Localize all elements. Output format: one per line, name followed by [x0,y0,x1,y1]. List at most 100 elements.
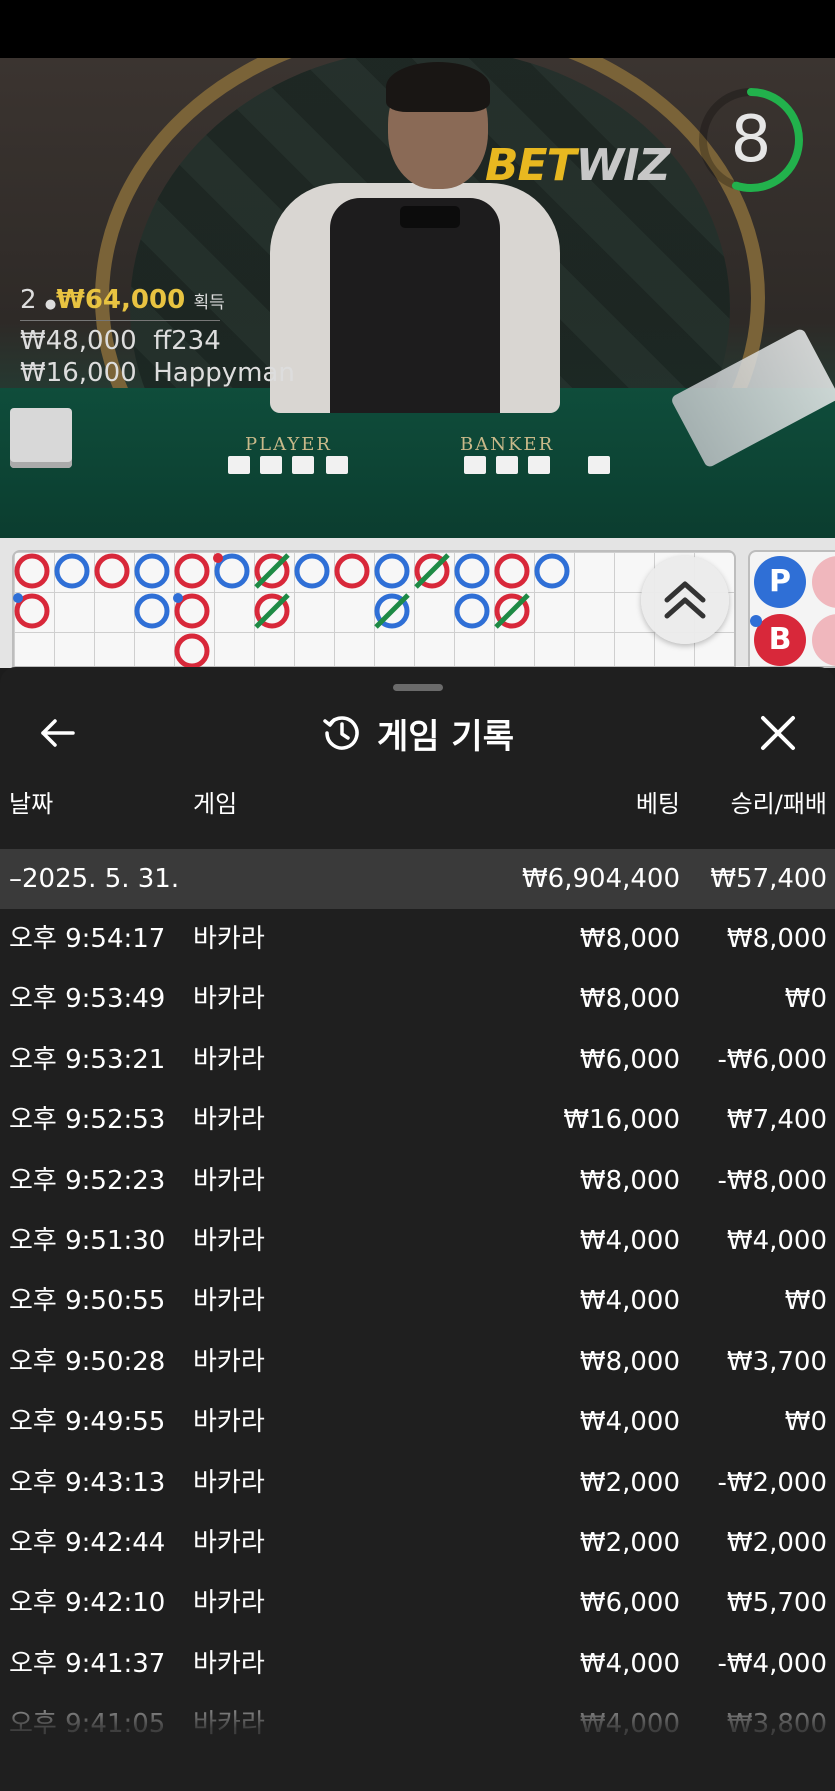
playing-card [528,456,550,474]
player-prediction-partial[interactable] [812,614,835,666]
history-row[interactable]: 오후 9:51:30 바카라 ₩4,000 ₩4,000 [0,1211,835,1271]
history-row[interactable]: 오후 9:50:55 바카라 ₩4,000 ₩0 [0,1271,835,1331]
prediction-panel: P B [748,550,835,668]
brand-logo-part2: WIZ [575,140,671,191]
row-result: -₩8,000 [717,1165,827,1196]
brand-logo: BETWIZ [485,140,671,191]
row-result: -₩6,000 [717,1044,827,1075]
column-header-game: 게임 [193,790,238,818]
row-time: 오후 9:49:55 [9,1407,166,1438]
row-result: -₩2,000 [717,1467,827,1498]
row-result: ₩5,700 [726,1588,827,1619]
player-win-mark [54,553,90,589]
list-fade-overlay [0,1677,835,1791]
player-win-mark [534,553,570,589]
row-time: 오후 9:43:13 [9,1467,166,1498]
history-row[interactable]: 오후 9:53:49 바카라 ₩8,000 ₩0 [0,969,835,1029]
row-time: 오후 9:53:21 [9,1044,166,1075]
row-time: 오후 9:51:30 [9,1225,166,1256]
date-group-row[interactable]: –2025. 5. 31. ₩6,904,400 ₩57,400 [0,849,835,909]
row-game: 바카라 [193,1105,265,1136]
row-game: 바카라 [193,1225,265,1256]
history-row[interactable]: 오후 9:54:17 바카라 ₩8,000 ₩8,000 [0,909,835,969]
expand-scoreboard-button[interactable] [641,556,729,644]
close-icon[interactable] [757,712,799,754]
row-time: 오후 9:54:17 [9,924,166,954]
history-row[interactable]: 오후 9:42:44 바카라 ₩2,000 ₩2,000 [0,1513,835,1573]
row-bet: ₩6,000 [579,1044,680,1075]
row-bet: ₩8,000 [579,1165,680,1196]
row-bet: ₩8,000 [579,924,680,954]
winners-total-label: 획득 [193,293,225,313]
pair-dot [213,553,223,563]
row-result: ₩0 [784,984,827,1015]
sheet-drag-handle[interactable] [393,684,443,691]
brand-logo-part1: BET [485,140,577,191]
dealer-vest [330,198,500,413]
winner-entry: ₩48,000 ff234 [20,325,295,357]
row-bet: ₩8,000 [579,1346,680,1377]
history-row[interactable]: 오후 9:42:10 바카라 ₩6,000 ₩5,700 [0,1573,835,1633]
player-table-label: PLAYER [245,434,332,455]
playing-card [260,456,282,474]
banker-win-mark [94,553,130,589]
row-game: 바카라 [193,1588,265,1619]
row-game: 바카라 [193,984,265,1015]
history-row[interactable]: 오후 9:50:28 바카라 ₩8,000 ₩3,700 [0,1332,835,1392]
row-bet: ₩4,000 [579,1225,680,1256]
row-result: ₩7,400 [726,1105,827,1136]
banker-win-mark [174,553,210,589]
history-row[interactable]: 오후 9:43:13 바카라 ₩2,000 -₩2,000 [0,1453,835,1513]
row-result: ₩3,700 [726,1346,827,1377]
player-win-mark [374,553,410,589]
sheet-title: 게임 기록 [377,716,514,757]
row-bet: ₩16,000 [563,1105,680,1136]
row-time: 오후 9:50:28 [9,1346,166,1377]
row-result: ₩0 [784,1286,827,1317]
chevron-double-up-icon [664,581,706,619]
winners-count: 2 [20,285,37,315]
row-time: 오후 9:42:44 [9,1527,166,1558]
row-bet: ₩4,000 [579,1286,680,1317]
playing-card [292,456,314,474]
player-win-mark [454,553,490,589]
pair-dot [173,593,183,603]
row-bet: ₩6,000 [579,1588,680,1619]
status-bar [0,0,835,58]
history-table: –2025. 5. 31. ₩6,904,400 ₩57,400 오후 9:54… [0,849,835,1754]
dealer-hair [386,62,490,112]
history-row[interactable]: 오후 9:49:55 바카라 ₩4,000 ₩0 [0,1392,835,1452]
row-time: 오후 9:50:55 [9,1286,166,1317]
row-game: 바카라 [193,1467,265,1498]
pair-dot [750,615,762,627]
winners-divider [20,320,220,321]
history-row[interactable]: 오후 9:52:23 바카라 ₩8,000 -₩8,000 [0,1151,835,1211]
row-result: ₩2,000 [726,1527,827,1558]
winner-entry: ₩16,000 Happyman [20,357,295,389]
history-row[interactable]: 오후 9:52:53 바카라 ₩16,000 ₩7,400 [0,1090,835,1150]
banker-win-mark [494,553,530,589]
playing-card [326,456,348,474]
winners-summary: 2 ●₩64,000 획득 [20,284,295,316]
column-header-date: 날짜 [9,790,54,818]
row-game: 바카라 [193,1407,265,1438]
winners-total: ₩64,000 [56,285,186,315]
winner-name: ff234 [153,326,221,356]
countdown-number: 8 [730,103,772,177]
row-time: 오후 9:52:23 [9,1165,166,1196]
column-header-bet: 베팅 [635,790,680,818]
player-prediction-button[interactable]: P [754,556,806,608]
row-game: 바카라 [193,1044,265,1075]
row-game: 바카라 [193,1165,265,1196]
winners-panel: 2 ●₩64,000 획득 ₩48,000 ff234 ₩16,000 Happ… [20,284,295,389]
winner-amount: ₩16,000 [20,358,137,388]
history-row[interactable]: 오후 9:53:21 바카라 ₩6,000 -₩6,000 [0,1030,835,1090]
row-game: 바카라 [193,1346,265,1377]
banker-prediction-partial[interactable] [812,556,835,608]
row-game: 바카라 [193,1286,265,1317]
history-icon [323,716,359,750]
player-win-mark [294,553,330,589]
live-video[interactable]: BETWIZ 8 2 ●₩64,000 획득 ₩48,000 ff234 ₩16… [0,58,835,538]
dealer-bowtie [400,206,460,228]
row-bet: ₩2,000 [579,1527,680,1558]
